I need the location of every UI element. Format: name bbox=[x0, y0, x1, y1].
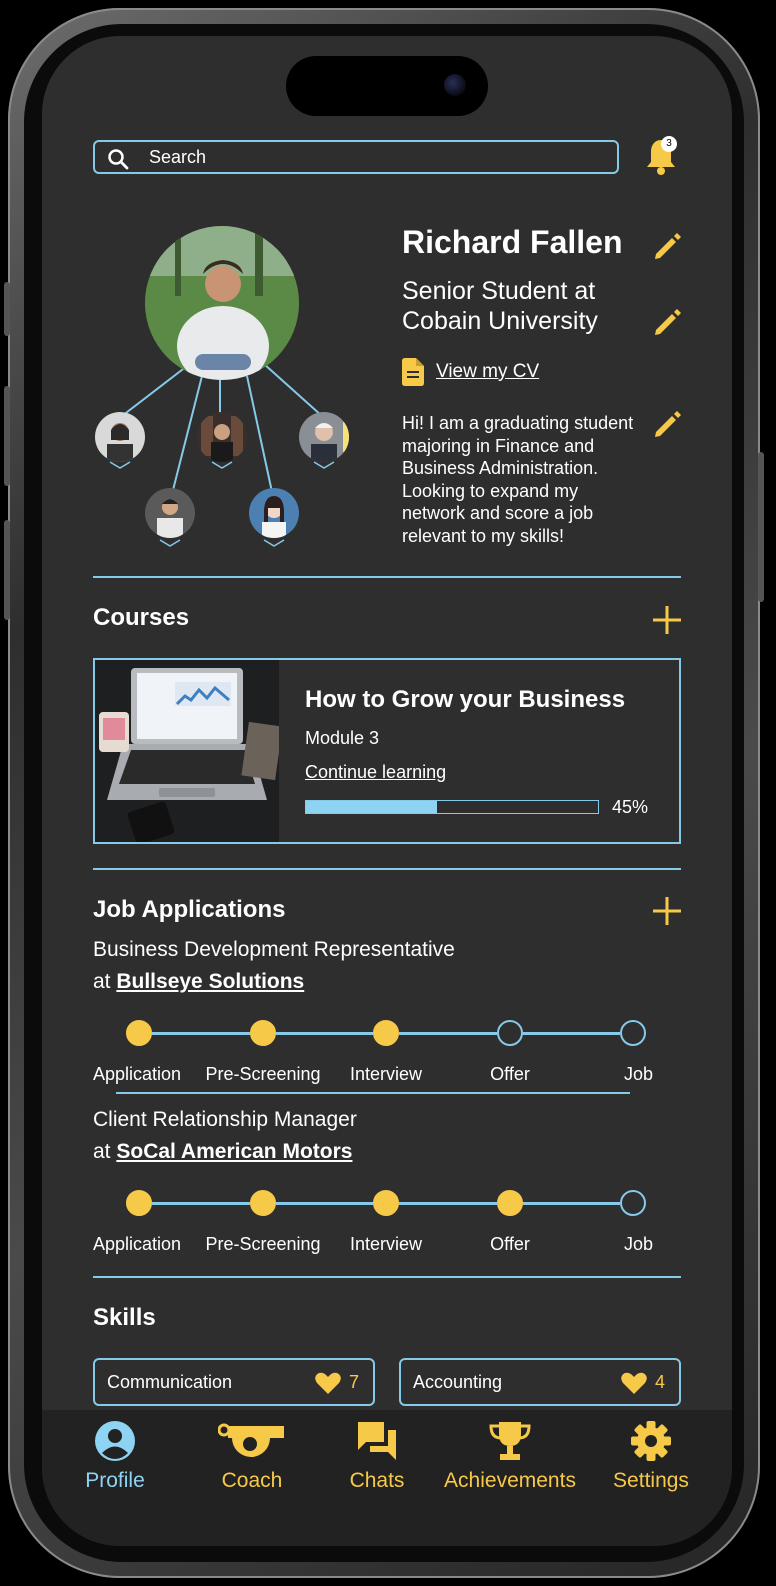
tab-settings[interactable]: Settings bbox=[610, 1420, 692, 1493]
stage-dot bbox=[497, 1020, 523, 1046]
bottom-tab-bar: Profile Coach Chats Achievements Setting… bbox=[42, 1410, 732, 1546]
document-icon bbox=[402, 358, 424, 386]
profile-title: Senior Student at Cobain University bbox=[402, 277, 598, 335]
skill-likes: 7 bbox=[348, 1372, 359, 1392]
tab-chats[interactable]: Chats bbox=[346, 1420, 408, 1493]
volume-down-button bbox=[4, 520, 10, 620]
tracker-connector bbox=[152, 1032, 250, 1035]
divider bbox=[93, 576, 681, 578]
stage-dot bbox=[373, 1020, 399, 1046]
company-link[interactable]: Bullseye Solutions bbox=[116, 970, 304, 993]
heart-icon[interactable] bbox=[315, 1372, 341, 1394]
stage-dot bbox=[126, 1020, 152, 1046]
tracker-connector bbox=[276, 1202, 373, 1205]
connection-avatar[interactable] bbox=[95, 412, 145, 462]
divider bbox=[93, 1276, 681, 1278]
application-progress-tracker: Application Pre-Screening Interview Offer Jo… bbox=[93, 1182, 653, 1272]
course-progress-fill bbox=[306, 801, 438, 813]
job-application[interactable]: Business Development Representative at B… bbox=[93, 934, 455, 998]
profile-name: Richard Fallen bbox=[402, 224, 623, 260]
stage-label: Interview bbox=[349, 1234, 423, 1254]
stage-dot bbox=[620, 1020, 646, 1046]
profile-bio: Hi! I am a graduating student majoring i… bbox=[402, 413, 634, 546]
silent-switch bbox=[4, 282, 10, 336]
course-progress-bar bbox=[305, 800, 599, 814]
stage-dot bbox=[373, 1190, 399, 1216]
edit-title-icon[interactable] bbox=[652, 308, 682, 338]
connection-avatar[interactable] bbox=[145, 488, 195, 538]
tab-label: Coach bbox=[221, 1469, 283, 1492]
view-cv-label[interactable]: View my CV bbox=[436, 361, 539, 383]
notification-bell[interactable]: 3 bbox=[644, 136, 678, 176]
connection-avatar[interactable] bbox=[299, 412, 349, 462]
gear-icon bbox=[631, 1421, 671, 1461]
trophy-icon bbox=[489, 1422, 531, 1460]
heart-icon[interactable] bbox=[621, 1372, 647, 1394]
stage-dot bbox=[126, 1190, 152, 1216]
skill-name: Accounting bbox=[413, 1372, 503, 1392]
course-title: How to Grow your Business bbox=[305, 686, 626, 713]
edit-bio-icon[interactable] bbox=[652, 410, 682, 440]
skill-likes: 4 bbox=[654, 1372, 665, 1392]
add-course-icon[interactable] bbox=[652, 605, 682, 635]
courses-heading: Courses bbox=[93, 604, 190, 631]
view-cv-link[interactable]: View my CV bbox=[402, 358, 539, 386]
edit-name-icon[interactable] bbox=[652, 232, 682, 262]
application-progress-tracker: Application Pre-Screening Interview Offer Jo… bbox=[93, 1012, 653, 1102]
stage-dot bbox=[250, 1020, 276, 1046]
app-screen: 3 bbox=[42, 36, 732, 1546]
course-module: Module 3 bbox=[305, 728, 380, 748]
tab-label: Settings bbox=[613, 1469, 689, 1492]
course-progress-label: 45% bbox=[612, 797, 649, 817]
skill-name: Communication bbox=[107, 1372, 233, 1392]
stage-dot bbox=[250, 1190, 276, 1216]
skill-card[interactable]: Accounting 4 bbox=[399, 1358, 681, 1406]
stage-label: Pre-Screening bbox=[205, 1234, 321, 1254]
tab-label: Chats bbox=[349, 1469, 405, 1492]
job-role: Business Development Representative bbox=[93, 938, 455, 961]
tracker-connector bbox=[276, 1032, 373, 1035]
tab-profile[interactable]: Profile bbox=[82, 1420, 148, 1493]
power-button bbox=[758, 452, 764, 602]
skill-card[interactable]: Communication 7 bbox=[93, 1358, 375, 1406]
course-thumbnail bbox=[95, 660, 279, 842]
profile-avatar[interactable] bbox=[145, 226, 299, 380]
stage-label: Pre-Screening bbox=[205, 1064, 321, 1084]
skills-heading: Skills bbox=[93, 1304, 156, 1331]
tracker-connector bbox=[399, 1202, 497, 1205]
company-link[interactable]: SoCal American Motors bbox=[116, 1140, 352, 1163]
profile-icon bbox=[95, 1421, 135, 1461]
divider bbox=[93, 868, 681, 870]
continue-learning-link[interactable]: Continue learning bbox=[305, 762, 446, 783]
tracker-connector bbox=[399, 1032, 497, 1035]
connection-avatar[interactable] bbox=[249, 488, 299, 538]
job-applications-heading: Job Applications bbox=[93, 896, 286, 923]
tab-label: Profile bbox=[85, 1469, 145, 1492]
stage-dot bbox=[497, 1190, 523, 1216]
job-at: at bbox=[93, 970, 111, 993]
tracker-connector bbox=[152, 1202, 250, 1205]
tracker-connector bbox=[523, 1202, 620, 1205]
tab-coach[interactable]: Coach bbox=[217, 1420, 286, 1493]
notification-badge: 3 bbox=[661, 136, 677, 152]
tracker-connector bbox=[523, 1032, 620, 1035]
whistle-icon bbox=[217, 1423, 284, 1457]
stage-label: Interview bbox=[349, 1064, 423, 1084]
job-application[interactable]: Client Relationship Manager at SoCal Ame… bbox=[93, 1104, 357, 1168]
tab-label: Achievements bbox=[444, 1469, 576, 1492]
chat-icon bbox=[358, 1422, 396, 1460]
add-job-icon[interactable] bbox=[652, 896, 682, 926]
job-at: at bbox=[93, 1140, 111, 1163]
stage-label: Job bbox=[623, 1064, 653, 1084]
tab-achievements[interactable]: Achievements bbox=[438, 1420, 582, 1493]
volume-up-button bbox=[4, 386, 10, 486]
divider bbox=[116, 1092, 630, 1094]
stage-label: Job bbox=[623, 1234, 653, 1254]
job-role: Client Relationship Manager bbox=[93, 1108, 357, 1131]
stage-dot bbox=[620, 1190, 646, 1216]
course-card[interactable]: How to Grow your Business Module 3 Conti… bbox=[93, 658, 681, 844]
camera-icon bbox=[444, 74, 466, 96]
connection-avatar[interactable] bbox=[197, 412, 247, 462]
